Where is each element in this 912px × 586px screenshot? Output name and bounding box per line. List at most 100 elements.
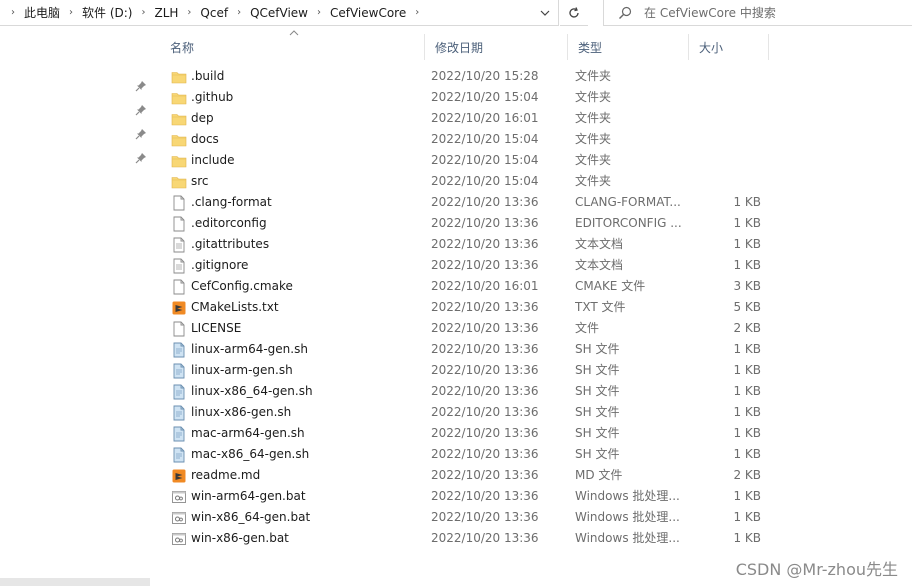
file-size: 1 KB (733, 405, 761, 419)
column-header-size[interactable]: 大小 (689, 34, 769, 60)
file-type: 文本文档 (575, 258, 624, 272)
column-header-type[interactable]: 类型 (568, 34, 689, 60)
file-name: linux-x86-gen.sh (191, 405, 292, 419)
file-date: 2022/10/20 13:36 (431, 300, 539, 314)
pin-icon[interactable] (135, 152, 147, 164)
file-date: 2022/10/20 13:36 (431, 321, 539, 335)
batch-file-icon (172, 533, 186, 545)
pin-icon[interactable] (135, 128, 147, 140)
file-date: 2022/10/20 13:36 (431, 195, 539, 209)
chevron-right-icon[interactable]: › (182, 7, 196, 18)
breadcrumb-cefviewcore[interactable]: CefViewCore (326, 6, 410, 20)
breadcrumb-qcef[interactable]: Qcef (196, 6, 232, 20)
batch-file-icon (172, 512, 186, 524)
chevron-right-icon[interactable]: › (410, 7, 424, 18)
file-date: 2022/10/20 13:36 (431, 426, 539, 440)
file-row[interactable]: CMakeLists.txt 2022/10/20 13:36 TXT 文件 5 KB (160, 297, 780, 318)
file-size: 3 KB (733, 279, 761, 293)
file-name: docs (191, 132, 219, 146)
chevron-right-icon[interactable]: › (64, 7, 78, 18)
file-type: CMAKE 文件 (575, 279, 646, 293)
file-row[interactable]: win-x86_64-gen.bat 2022/10/20 13:36 Window… (160, 507, 780, 528)
breadcrumb-zlh[interactable]: ZLH (150, 6, 182, 20)
file-date: 2022/10/20 13:36 (431, 468, 539, 482)
file-name: mac-arm64-gen.sh (191, 426, 305, 440)
file-row[interactable]: include 2022/10/20 15:04 文件夹 (160, 150, 780, 171)
file-row[interactable]: linux-arm64-gen.sh 2022/10/20 13:36 SH 文件 1… (160, 339, 780, 360)
file-row[interactable]: .gitattributes 2022/10/20 13:36 文本文档 1 KB (160, 234, 780, 255)
file-name: win-x86_64-gen.bat (191, 510, 311, 524)
file-row[interactable]: .github 2022/10/20 15:04 文件夹 (160, 87, 780, 108)
file-row[interactable]: .clang-format 2022/10/20 13:36 CLANG-FORMA… (160, 192, 780, 213)
search-icon (619, 6, 632, 19)
folder-icon (171, 114, 187, 126)
file-row[interactable]: dep 2022/10/20 16:01 文件夹 (160, 108, 780, 129)
pin-icon[interactable] (135, 80, 147, 92)
file-name: dep (191, 111, 214, 125)
pin-icon[interactable] (135, 104, 147, 116)
file-date: 2022/10/20 13:36 (431, 447, 539, 461)
file-type: SH 文件 (575, 405, 620, 419)
file-row[interactable]: linux-x86-gen.sh 2022/10/20 13:36 SH 文件 1 K… (160, 402, 780, 423)
file-type: EDITORCONFIG ... (575, 216, 682, 230)
file-row[interactable]: mac-x86_64-gen.sh 2022/10/20 13:36 SH 文件 1 … (160, 444, 780, 465)
file-row[interactable]: src 2022/10/20 15:04 文件夹 (160, 171, 780, 192)
file-size: 2 KB (733, 321, 761, 335)
chevron-right-icon[interactable]: › (312, 7, 326, 18)
file-type: Windows 批处理... (575, 510, 680, 524)
chevron-right-icon[interactable]: › (232, 7, 246, 18)
file-date: 2022/10/20 13:36 (431, 510, 539, 524)
breadcrumb-drive-d[interactable]: 软件 (D:) (78, 4, 136, 21)
script-file-icon (173, 363, 185, 379)
file-size: 2 KB (733, 468, 761, 482)
file-type: Windows 批处理... (575, 531, 680, 545)
file-size (687, 87, 761, 108)
horizontal-scrollbar[interactable] (0, 578, 150, 586)
script-file-icon (173, 342, 185, 358)
file-row[interactable]: linux-x86_64-gen.sh 2022/10/20 13:36 SH 文件… (160, 381, 780, 402)
file-name: src (191, 174, 209, 188)
file-row[interactable]: win-x86-gen.bat 2022/10/20 13:36 Windows 批… (160, 528, 780, 549)
address-bar[interactable]: › 此电脑 › 软件 (D:) › ZLH › Qcef › QCefView … (0, 0, 559, 26)
file-size: 1 KB (733, 384, 761, 398)
file-row[interactable]: .editorconfig 2022/10/20 13:36 EDITORCONFI… (160, 213, 780, 234)
file-size: 1 KB (733, 195, 761, 209)
file-date: 2022/10/20 13:36 (431, 531, 539, 545)
file-icon (173, 321, 185, 337)
file-row[interactable]: LICENSE 2022/10/20 13:36 文件 2 KB (160, 318, 780, 339)
file-row[interactable]: win-arm64-gen.bat 2022/10/20 13:36 Windows… (160, 486, 780, 507)
file-type: SH 文件 (575, 342, 620, 356)
file-row[interactable]: mac-arm64-gen.sh 2022/10/20 13:36 SH 文件 1 K… (160, 423, 780, 444)
chevron-right-icon[interactable]: › (136, 7, 150, 18)
file-row[interactable]: linux-arm-gen.sh 2022/10/20 13:36 SH 文件 1 K… (160, 360, 780, 381)
file-date: 2022/10/20 13:36 (431, 489, 539, 503)
file-name: linux-x86_64-gen.sh (191, 384, 313, 398)
file-date: 2022/10/20 15:04 (431, 90, 539, 104)
address-history-dropdown[interactable] (532, 0, 558, 25)
column-header-name[interactable]: 名称 (160, 34, 425, 60)
file-row[interactable]: .gitignore 2022/10/20 13:36 文本文档 1 KB (160, 255, 780, 276)
file-type: SH 文件 (575, 363, 620, 377)
file-name: .gitattributes (191, 237, 270, 251)
file-date: 2022/10/20 15:04 (431, 132, 539, 146)
refresh-button[interactable] (560, 0, 588, 26)
file-size: 1 KB (733, 237, 761, 251)
chevron-right-icon[interactable]: › (6, 7, 20, 18)
file-row[interactable]: docs 2022/10/20 15:04 文件夹 (160, 129, 780, 150)
file-name: linux-arm64-gen.sh (191, 342, 308, 356)
file-type: CLANG-FORMAT... (575, 195, 681, 209)
column-header-date[interactable]: 修改日期 (425, 34, 568, 60)
file-name: win-arm64-gen.bat (191, 489, 306, 503)
file-date: 2022/10/20 13:36 (431, 405, 539, 419)
search-box[interactable]: 在 CefViewCore 中搜索 (603, 0, 912, 26)
file-size: 1 KB (733, 258, 761, 272)
file-type: 文件夹 (575, 111, 612, 125)
file-row[interactable]: .build 2022/10/20 15:28 文件夹 (160, 66, 780, 87)
file-row[interactable]: readme.md 2022/10/20 13:36 MD 文件 2 KB (160, 465, 780, 486)
file-row[interactable]: CefConfig.cmake 2022/10/20 16:01 CMAKE 文件 3… (160, 276, 780, 297)
file-date: 2022/10/20 15:28 (431, 69, 539, 83)
breadcrumb-this-pc[interactable]: 此电脑 (20, 4, 64, 21)
file-date: 2022/10/20 15:04 (431, 153, 539, 167)
file-icon (173, 279, 185, 295)
breadcrumb-qcefview[interactable]: QCefView (246, 6, 312, 20)
